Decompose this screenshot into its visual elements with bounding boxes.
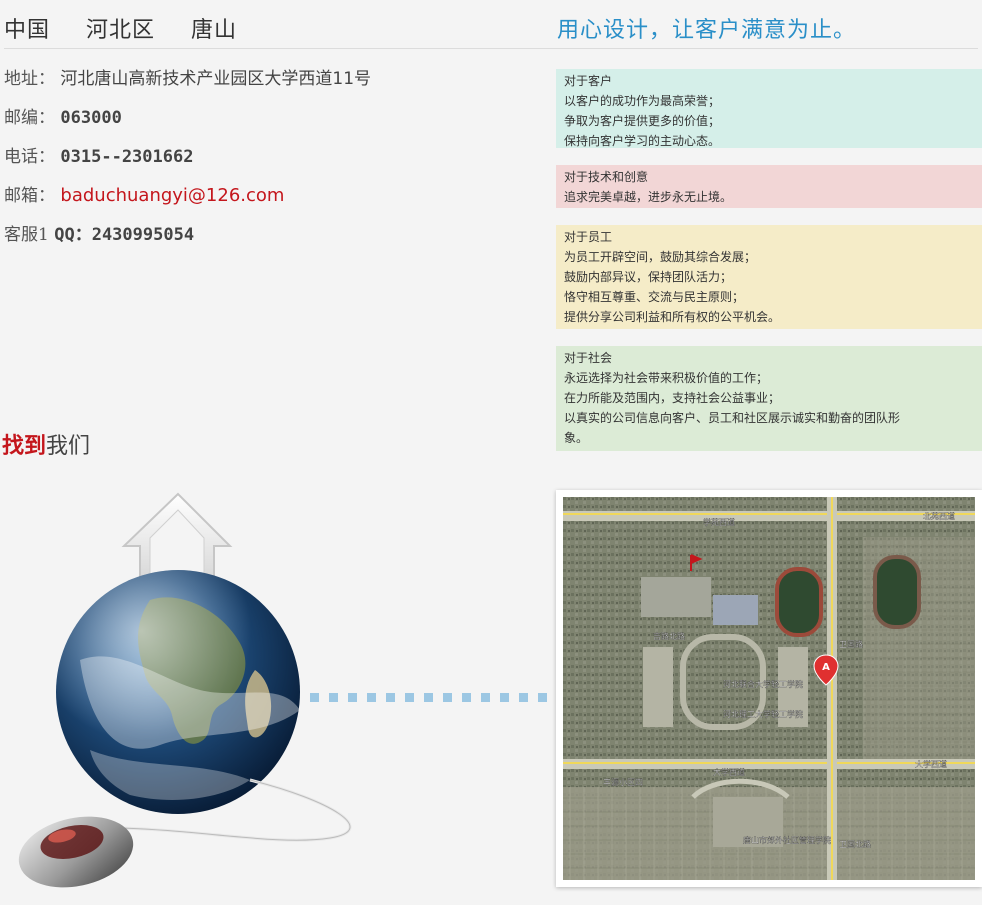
card-line: 恪守相互尊重、交流与民主原则；: [564, 290, 745, 304]
dotted-connector: [310, 693, 547, 702]
card-line: 保持向客户学习的主动心态。: [564, 134, 721, 148]
card-line: 追求完美卓越，进步永无止境。: [564, 190, 733, 204]
card-employees: 对于员工 为员工开辟空间，鼓励其综合发展； 鼓励内部异议，保持团队活力； 恪守相…: [556, 225, 982, 329]
email-row: 邮箱： baduchuangyi@126.com: [4, 183, 544, 222]
email-label: 邮箱：: [4, 186, 55, 206]
map-label: 卫国路: [839, 639, 863, 649]
values-cards: 对于客户 以客户的成功作为最高荣誉； 争取为客户提供更多的价值； 保持向客户学习…: [556, 69, 982, 468]
card-title: 对于社会: [564, 351, 613, 365]
card-society: 对于社会 永远选择为社会带来积极价值的工作； 在力所能及范围内，支持社会公益事业…: [556, 346, 982, 451]
card-line: 以真实的公司信息向客户、员工和社区展示诚实和勤奋的团队形: [564, 411, 901, 425]
map-label: 河北联合大学轻工学院: [723, 679, 803, 689]
address-value: 河北唐山高新技术产业园区大学西道11号: [60, 69, 372, 89]
find-us-rest: 我们: [46, 434, 91, 459]
globe-illustration: [0, 480, 560, 901]
find-us-highlight: 找到: [2, 434, 47, 459]
location-map[interactable]: A 学苑西道 北苑西道 吉路北路 大学西道 大学西道 卫国路 卫国北路 河北联合…: [556, 490, 982, 887]
satellite-map[interactable]: A 学苑西道 北苑西道 吉路北路 大学西道 大学西道 卫国路 卫国北路 河北联合…: [563, 497, 975, 880]
phone-value: 0315--2301662: [60, 147, 194, 167]
card-line: 为员工开辟空间，鼓励其综合发展；: [564, 250, 757, 264]
location-city: 唐山: [191, 18, 238, 43]
slogan: 用心设计，让客户满意为止。: [557, 18, 857, 43]
map-label: 卫国北路: [839, 839, 871, 849]
find-us-heading: 找到我们: [2, 428, 90, 460]
card-line: 提供分享公司利益和所有权的公平机会。: [564, 310, 781, 324]
service-qq[interactable]: QQ：2430995054: [54, 225, 194, 245]
map-label: 唐山市郊外社区管理学院: [743, 835, 831, 845]
card-title: 对于技术和创意: [564, 170, 649, 184]
zip-value: 063000: [60, 108, 122, 128]
card-line: 永远选择为社会带来积极价值的工作；: [564, 371, 769, 385]
contact-info: 地址： 河北唐山高新技术产业园区大学西道11号 邮编： 063000 电话： 0…: [4, 66, 544, 261]
left-column: 中国 河北区 唐山 地址： 河北唐山高新技术产业园区大学西道11号 邮编： 06…: [0, 0, 547, 901]
header-divider: [4, 48, 978, 49]
card-line: 象。: [564, 431, 589, 445]
phone-row: 电话： 0315--2301662: [4, 144, 544, 183]
location-district: 河北区: [86, 18, 156, 43]
card-line: 鼓励内部异议，保持团队活力；: [564, 270, 733, 284]
mouse-icon: [18, 816, 134, 888]
zip-row: 邮编： 063000: [4, 105, 544, 144]
map-label: 北苑西道: [923, 511, 955, 521]
card-customers: 对于客户 以客户的成功作为最高荣誉； 争取为客户提供更多的价值； 保持向客户学习…: [556, 69, 982, 148]
map-label: 丰源小区四: [603, 777, 643, 787]
map-label: 大学西道: [713, 767, 745, 777]
address-label: 地址：: [4, 69, 55, 89]
map-label: 大学西道: [915, 759, 947, 769]
card-line: 在力所能及范围内，支持社会公益事业；: [564, 391, 781, 405]
card-title: 对于员工: [564, 230, 613, 244]
globe-mouse-image: [18, 492, 547, 888]
globe-icon: [56, 570, 300, 814]
card-line: 争取为客户提供更多的价值；: [564, 114, 721, 128]
card-title: 对于客户: [564, 74, 613, 88]
address-row: 地址： 河北唐山高新技术产业园区大学西道11号: [4, 66, 544, 105]
map-label: 河北理工大学轻工学院: [723, 709, 803, 719]
map-marker-letter: A: [822, 662, 830, 673]
card-technology: 对于技术和创意 追求完美卓越，进步永无止境。: [556, 165, 982, 208]
zip-label: 邮编：: [4, 108, 55, 128]
phone-label: 电话：: [4, 147, 55, 167]
card-line: 以客户的成功作为最高荣誉；: [564, 94, 721, 108]
map-label: 学苑西道: [703, 517, 735, 527]
service-row: 客服1 QQ：2430995054: [4, 222, 544, 261]
location-breadcrumb: 中国 河北区 唐山: [4, 12, 265, 44]
map-label: 吉路北路: [653, 631, 685, 641]
email-link[interactable]: baduchuangyi@126.com: [60, 185, 284, 206]
service-label: 客服1: [4, 225, 49, 245]
location-country: 中国: [4, 18, 51, 43]
